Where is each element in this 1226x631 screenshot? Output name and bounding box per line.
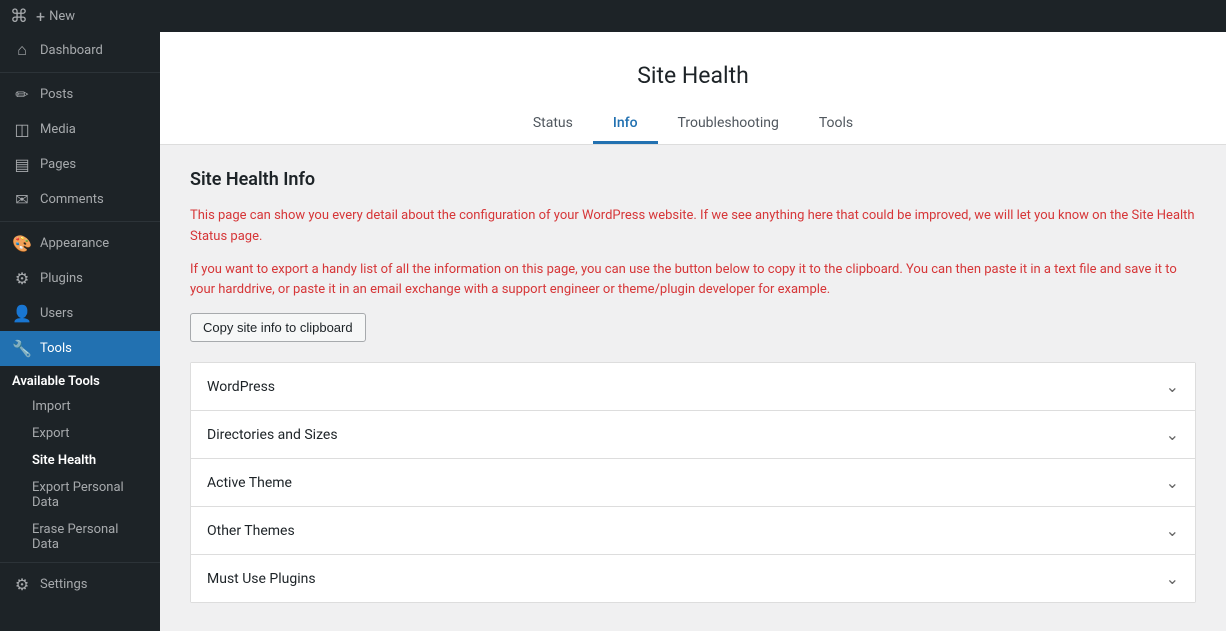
sidebar-label-tools: Tools xyxy=(40,341,72,356)
sidebar-item-appearance[interactable]: 🎨 Appearance xyxy=(0,226,160,261)
sidebar-divider-1 xyxy=(0,72,160,73)
info-paragraph-1: This page can show you every detail abou… xyxy=(190,206,1196,248)
submenu-export-personal[interactable]: Export Personal Data xyxy=(0,474,160,516)
accordion-item-other-themes: Other Themes ⌄ xyxy=(191,506,1195,554)
wp-logo-icon[interactable]: ⌘ xyxy=(10,6,28,27)
accordion-item-active-theme: Active Theme ⌄ xyxy=(191,458,1195,506)
media-icon: ◫ xyxy=(12,120,32,139)
users-icon: 👤 xyxy=(12,304,32,323)
sidebar-divider-3 xyxy=(0,562,160,563)
page-title-wrap: Site Health xyxy=(160,52,1226,105)
sidebar-item-media[interactable]: ◫ Media xyxy=(0,112,160,147)
chevron-down-icon-wordpress: ⌄ xyxy=(1166,377,1179,396)
topbar: ⌘ + New xyxy=(0,0,1226,32)
accordion: WordPress ⌄ Directories and Sizes ⌄ Acti… xyxy=(190,362,1196,603)
tab-tools[interactable]: Tools xyxy=(799,105,873,144)
sidebar-item-tools[interactable]: 🔧 Tools xyxy=(0,331,160,366)
main-content: Site Health Status Info Troubleshooting … xyxy=(160,32,1226,631)
plus-icon: + xyxy=(36,7,45,26)
sidebar-label-media: Media xyxy=(40,122,76,137)
accordion-header-directories[interactable]: Directories and Sizes ⌄ xyxy=(191,411,1195,458)
pages-icon: ▤ xyxy=(12,155,32,174)
sidebar-item-dashboard[interactable]: ⌂ Dashboard xyxy=(0,32,160,68)
page-header: Site Health Status Info Troubleshooting … xyxy=(160,32,1226,145)
chevron-down-icon-directories: ⌄ xyxy=(1166,425,1179,444)
submenu-export[interactable]: Export xyxy=(0,420,160,447)
tab-status[interactable]: Status xyxy=(513,105,593,144)
accordion-label-wordpress: WordPress xyxy=(207,379,275,395)
sidebar-label-comments: Comments xyxy=(40,192,104,207)
submenu-site-health[interactable]: Site Health xyxy=(0,447,160,474)
accordion-header-active-theme[interactable]: Active Theme ⌄ xyxy=(191,459,1195,506)
chevron-down-icon-must-use-plugins: ⌄ xyxy=(1166,569,1179,588)
sidebar-item-comments[interactable]: ✉ Comments xyxy=(0,182,160,217)
copy-site-info-button[interactable]: Copy site info to clipboard xyxy=(190,313,366,342)
accordion-label-directories: Directories and Sizes xyxy=(207,427,338,443)
accordion-item-must-use-plugins: Must Use Plugins ⌄ xyxy=(191,554,1195,602)
sidebar-item-pages[interactable]: ▤ Pages xyxy=(0,147,160,182)
new-label: New xyxy=(49,9,75,24)
accordion-header-other-themes[interactable]: Other Themes ⌄ xyxy=(191,507,1195,554)
tools-submenu: Available Tools Import Export Site Healt… xyxy=(0,366,160,558)
tabs-nav: Status Info Troubleshooting Tools xyxy=(160,105,1226,144)
section-title: Site Health Info xyxy=(190,169,1196,190)
sidebar-divider-2 xyxy=(0,221,160,222)
sidebar: ⌂ Dashboard ✏ Posts ◫ Media ▤ Pages ✉ Co… xyxy=(0,32,160,631)
settings-icon: ⚙ xyxy=(12,575,32,594)
chevron-down-icon-active-theme: ⌄ xyxy=(1166,473,1179,492)
accordion-header-must-use-plugins[interactable]: Must Use Plugins ⌄ xyxy=(191,555,1195,602)
sidebar-item-users[interactable]: 👤 Users xyxy=(0,296,160,331)
appearance-icon: 🎨 xyxy=(12,234,32,253)
sidebar-item-posts[interactable]: ✏ Posts xyxy=(0,77,160,112)
comments-icon: ✉ xyxy=(12,190,32,209)
tab-info[interactable]: Info xyxy=(593,105,658,144)
sidebar-item-settings[interactable]: ⚙ Settings xyxy=(0,567,160,602)
posts-icon: ✏ xyxy=(12,85,32,104)
submenu-erase-personal[interactable]: Erase Personal Data xyxy=(0,516,160,558)
submenu-heading: Available Tools xyxy=(0,366,160,393)
plugins-icon: ⚙ xyxy=(12,269,32,288)
accordion-label-must-use-plugins: Must Use Plugins xyxy=(207,571,316,587)
accordion-label-other-themes: Other Themes xyxy=(207,523,295,539)
tools-icon: 🔧 xyxy=(12,339,32,358)
sidebar-label-users: Users xyxy=(40,306,73,321)
dashboard-icon: ⌂ xyxy=(12,40,32,60)
sidebar-item-plugins[interactable]: ⚙ Plugins xyxy=(0,261,160,296)
chevron-down-icon-other-themes: ⌄ xyxy=(1166,521,1179,540)
info-paragraph-2: If you want to export a handy list of al… xyxy=(190,260,1196,302)
sidebar-label-posts: Posts xyxy=(40,87,73,102)
sidebar-label-plugins: Plugins xyxy=(40,271,83,286)
accordion-label-active-theme: Active Theme xyxy=(207,475,292,491)
tab-troubleshooting[interactable]: Troubleshooting xyxy=(658,105,799,144)
accordion-item-directories: Directories and Sizes ⌄ xyxy=(191,410,1195,458)
new-menu-item[interactable]: + New xyxy=(36,7,75,26)
accordion-item-wordpress: WordPress ⌄ xyxy=(191,363,1195,410)
content-area: Site Health Info This page can show you … xyxy=(160,145,1226,627)
sidebar-label-appearance: Appearance xyxy=(40,236,109,251)
submenu-import[interactable]: Import xyxy=(0,393,160,420)
accordion-header-wordpress[interactable]: WordPress ⌄ xyxy=(191,363,1195,410)
sidebar-label-dashboard: Dashboard xyxy=(40,43,103,58)
sidebar-label-pages: Pages xyxy=(40,157,76,172)
page-title: Site Health xyxy=(160,62,1226,89)
sidebar-label-settings: Settings xyxy=(40,577,87,592)
